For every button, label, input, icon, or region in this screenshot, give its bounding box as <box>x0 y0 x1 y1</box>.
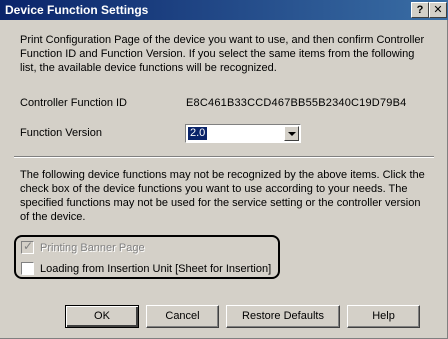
controller-function-id-value: E8C461B33CCD467BB55B2340C19D79B4 <box>186 97 407 109</box>
chevron-down-icon[interactable] <box>284 126 299 141</box>
controller-function-id-label: Controller Function ID <box>20 97 127 109</box>
printing-banner-page-label: Printing Banner Page <box>40 242 145 254</box>
separator <box>14 156 434 158</box>
function-version-select[interactable]: 2.0 <box>185 124 301 143</box>
note-text: The following device functions may not b… <box>20 169 425 223</box>
function-version-selected-value: 2.0 <box>186 126 209 141</box>
help-button[interactable]: Help <box>347 305 420 328</box>
help-icon[interactable]: ? <box>411 2 429 18</box>
title-bar[interactable]: Device Function Settings ? ✕ <box>0 0 448 20</box>
printing-banner-page-checkbox[interactable]: ✓ <box>21 239 34 254</box>
cancel-button[interactable]: Cancel <box>146 305 219 328</box>
restore-defaults-button[interactable]: Restore Defaults <box>226 305 340 328</box>
close-icon[interactable]: ✕ <box>429 2 447 18</box>
intro-text: Print Configuration Page of the device y… <box>20 34 425 74</box>
loading-from-insertion-unit-label[interactable]: Loading from Insertion Unit [Sheet for I… <box>40 262 271 276</box>
function-version-label: Function Version <box>20 127 102 139</box>
ok-button[interactable]: OK <box>65 305 139 328</box>
checkmark-icon: ✓ <box>23 239 34 253</box>
loading-from-insertion-unit-checkbox[interactable] <box>21 262 34 275</box>
dialog-title: Device Function Settings <box>5 3 149 17</box>
device-function-settings-dialog: Device Function Settings ? ✕ Print Confi… <box>0 0 448 339</box>
